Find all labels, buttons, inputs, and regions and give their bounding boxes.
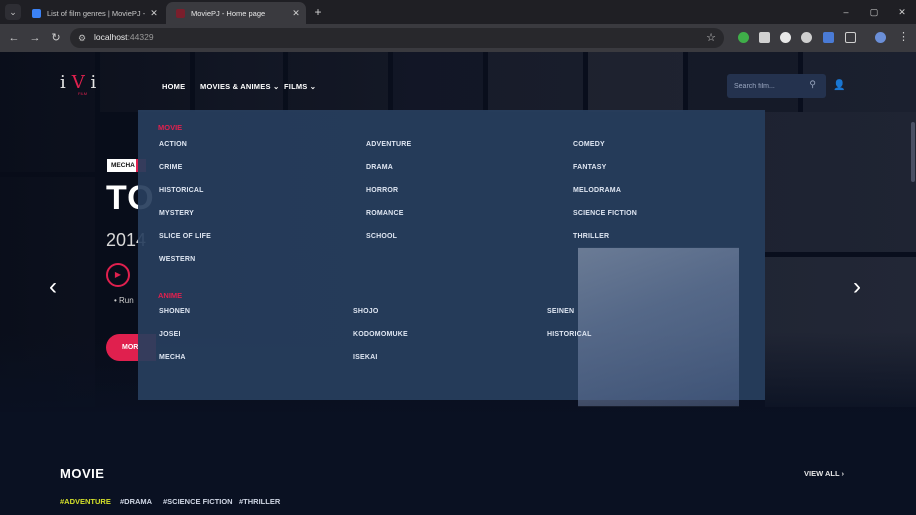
nav-home[interactable]: HOME [162, 82, 185, 91]
forward-icon[interactable]: → [28, 31, 42, 45]
genre-link[interactable]: HISTORICAL [159, 187, 204, 194]
logo-subtitle: FILM [78, 91, 88, 96]
tag-filter-adventure[interactable]: #ADVENTURE [60, 497, 111, 506]
tab-genres[interactable]: List of film genres | MoviePJ - A ✕ [22, 2, 164, 24]
logo-letter: i [90, 72, 103, 93]
address-toolbar: ← → ↻ ⚙ localhost:44329 ☆ ⋮ [0, 24, 916, 52]
genre-link[interactable]: SEINEN [547, 308, 574, 315]
tab-search-chevron-icon[interactable]: ⌄ [5, 4, 21, 20]
search-input[interactable] [734, 80, 806, 92]
maximize-button[interactable]: ▢ [860, 0, 888, 24]
extensions-puzzle-icon[interactable] [845, 32, 856, 43]
url-text: localhost:44329 [94, 32, 154, 42]
url-port: :44329 [127, 32, 154, 42]
site-info-icon[interactable]: ⚙ [78, 32, 90, 44]
chevron-down-icon: ⌄ [270, 82, 280, 91]
hero-genre-tag[interactable]: MECHA [107, 159, 139, 172]
page-favicon-icon [32, 8, 41, 18]
movie-section-title: MOVIE [60, 466, 105, 481]
nav-films[interactable]: FILMS ⌄ [284, 82, 316, 91]
logo-letter-accent: V [71, 72, 91, 93]
reload-icon[interactable]: ↻ [49, 31, 63, 45]
hero-info-text: Run [119, 296, 134, 305]
search-icon[interactable]: ⚲ [809, 79, 816, 90]
nav-movies-animes[interactable]: MOVIES & ANIMES ⌄ [200, 82, 279, 91]
genre-link[interactable]: SCHOOL [366, 233, 397, 240]
view-all-label: VIEW ALL [804, 469, 840, 478]
view-all-link[interactable]: VIEW ALL › [804, 469, 844, 478]
genres-mega-menu: MOVIE ACTION ADVENTURE COMEDY CRIME DRAM… [138, 110, 765, 406]
play-icon[interactable]: ▶ [106, 263, 130, 287]
tag-filter-science-fiction[interactable]: #SCIENCE FICTION [163, 497, 233, 506]
close-icon[interactable]: ✕ [289, 8, 303, 19]
tag-filter-drama[interactable]: #DRAMA [120, 497, 152, 506]
extension-icon[interactable] [738, 32, 749, 43]
page-scrollbar[interactable] [911, 122, 915, 182]
movie-genres-heading: MOVIE [158, 123, 183, 132]
genre-link[interactable]: WESTERN [159, 256, 195, 263]
carousel-next-icon[interactable]: › [849, 274, 865, 300]
search-box: ⚲ [727, 74, 826, 98]
logo-mark: iVi [60, 72, 102, 93]
profile-avatar[interactable] [875, 32, 886, 43]
genre-link[interactable]: DRAMA [366, 164, 393, 171]
genre-link[interactable]: FANTASY [573, 164, 607, 171]
window-controls: – ▢ ✕ [832, 0, 916, 24]
anime-genres-heading: ANIME [158, 291, 183, 300]
tab-title: List of film genres | MoviePJ - A [47, 8, 147, 18]
genre-link[interactable]: MYSTERY [159, 210, 194, 217]
extension-icon[interactable] [801, 32, 812, 43]
genre-link[interactable]: COMEDY [573, 141, 605, 148]
genre-link[interactable]: CRIME [159, 164, 183, 171]
bookmark-star-icon[interactable]: ☆ [706, 31, 716, 44]
genre-link[interactable]: JOSEI [159, 331, 181, 338]
nav-movies-animes-label: MOVIES & ANIMES [200, 82, 271, 91]
back-icon[interactable]: ← [7, 31, 21, 45]
new-tab-button[interactable]: + [311, 5, 325, 19]
website-viewport: MECHA TO 2014 ▶ • Run MOR ‹ › iVi FILM H… [0, 52, 916, 515]
genre-link[interactable]: SHOJO [353, 308, 379, 315]
hero-info-bullet: • Run [114, 296, 134, 305]
url-bar[interactable]: ⚙ localhost:44329 ☆ [70, 28, 724, 48]
extension-icon[interactable] [780, 32, 791, 43]
carousel-prev-icon[interactable]: ‹ [45, 274, 61, 300]
url-host: localhost [94, 32, 128, 42]
tab-title: MoviePJ - Home page [191, 8, 266, 18]
extension-icon[interactable] [759, 32, 770, 43]
genre-link[interactable]: SLICE OF LIFE [159, 233, 211, 240]
site-header: iVi FILM HOME MOVIES & ANIMES ⌄ FILMS ⌄ … [0, 52, 916, 110]
genre-link[interactable]: HORROR [366, 187, 398, 194]
genre-link[interactable]: KODOMOMUKE [353, 331, 408, 338]
genre-link[interactable]: MELODRAMA [573, 187, 621, 194]
genre-link[interactable]: HISTORICAL [547, 331, 592, 338]
tab-home[interactable]: MoviePJ - Home page ✕ [166, 2, 306, 24]
page-favicon-icon [176, 8, 185, 18]
browser-menu-icon[interactable]: ⋮ [898, 30, 909, 43]
genre-link[interactable]: ACTION [159, 141, 187, 148]
genre-link[interactable]: ROMANCE [366, 210, 404, 217]
genre-link[interactable]: SHONEN [159, 308, 190, 315]
tag-filter-thriller[interactable]: #THRILLER [239, 497, 280, 506]
logo-letter: i [60, 72, 72, 93]
user-icon[interactable]: 👤 [833, 80, 845, 92]
genre-link[interactable]: ADVENTURE [366, 141, 411, 148]
genre-link[interactable]: THRILLER [573, 233, 609, 240]
genre-link[interactable]: SCIENCE FICTION [573, 210, 637, 217]
menu-background-art [578, 248, 739, 406]
minimize-button[interactable]: – [832, 0, 860, 24]
genre-link[interactable]: MECHA [159, 354, 186, 361]
close-window-button[interactable]: ✕ [888, 0, 916, 24]
genre-link[interactable]: ISEKAI [353, 354, 378, 361]
extension-icon[interactable] [823, 32, 834, 43]
close-icon[interactable]: ✕ [147, 8, 161, 19]
nav-films-label: FILMS [284, 82, 308, 91]
site-logo[interactable]: iVi FILM [60, 72, 108, 100]
chevron-right-icon: › [839, 469, 845, 478]
chevron-down-icon: ⌄ [307, 82, 317, 91]
browser-tab-strip: ⌄ List of film genres | MoviePJ - A ✕ Mo… [0, 0, 916, 24]
